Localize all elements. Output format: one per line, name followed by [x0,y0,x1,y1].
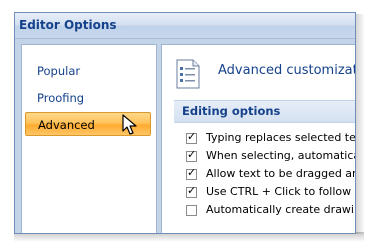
option-label: Automatically create drawing [206,203,356,216]
page-title: Advanced customization [218,63,355,78]
window-shadow-right [355,14,365,234]
checkbox[interactable]: ✓ [186,130,197,144]
nav-item-popular[interactable]: Popular [25,59,151,83]
window-title: Editor Options [19,18,117,32]
title-bar[interactable]: Editor Options [15,13,355,39]
checkbox[interactable] [186,205,197,216]
options-nav: Popular Proofing Advanced [21,44,157,233]
check-mark-icon: ✓ [187,148,197,161]
check-mark-icon: ✓ [187,166,197,179]
option-label: Use CTRL + Click to follow hyp [206,185,355,198]
nav-item-proofing[interactable]: Proofing [25,86,151,110]
check-mark-icon: ✓ [187,130,197,143]
section-header: Editing options [174,100,355,123]
checkbox[interactable]: ✓ [186,184,197,198]
section-title: Editing options [182,104,281,118]
check-mark-icon: ✓ [187,184,197,197]
option-label: Allow text to be dragged and [206,167,356,180]
editor-options-dialog: Editor Options Popular Proofing Advanced… [14,12,356,234]
document-list-icon [176,59,200,89]
mouse-pointer-icon [122,114,137,135]
option-label: When selecting, automatically [206,149,355,162]
checkbox[interactable]: ✓ [186,148,197,162]
option-label: Typing replaces selected text [206,131,356,144]
options-content: Advanced customization Editing options ✓… [161,44,356,233]
checkbox[interactable]: ✓ [186,166,197,180]
